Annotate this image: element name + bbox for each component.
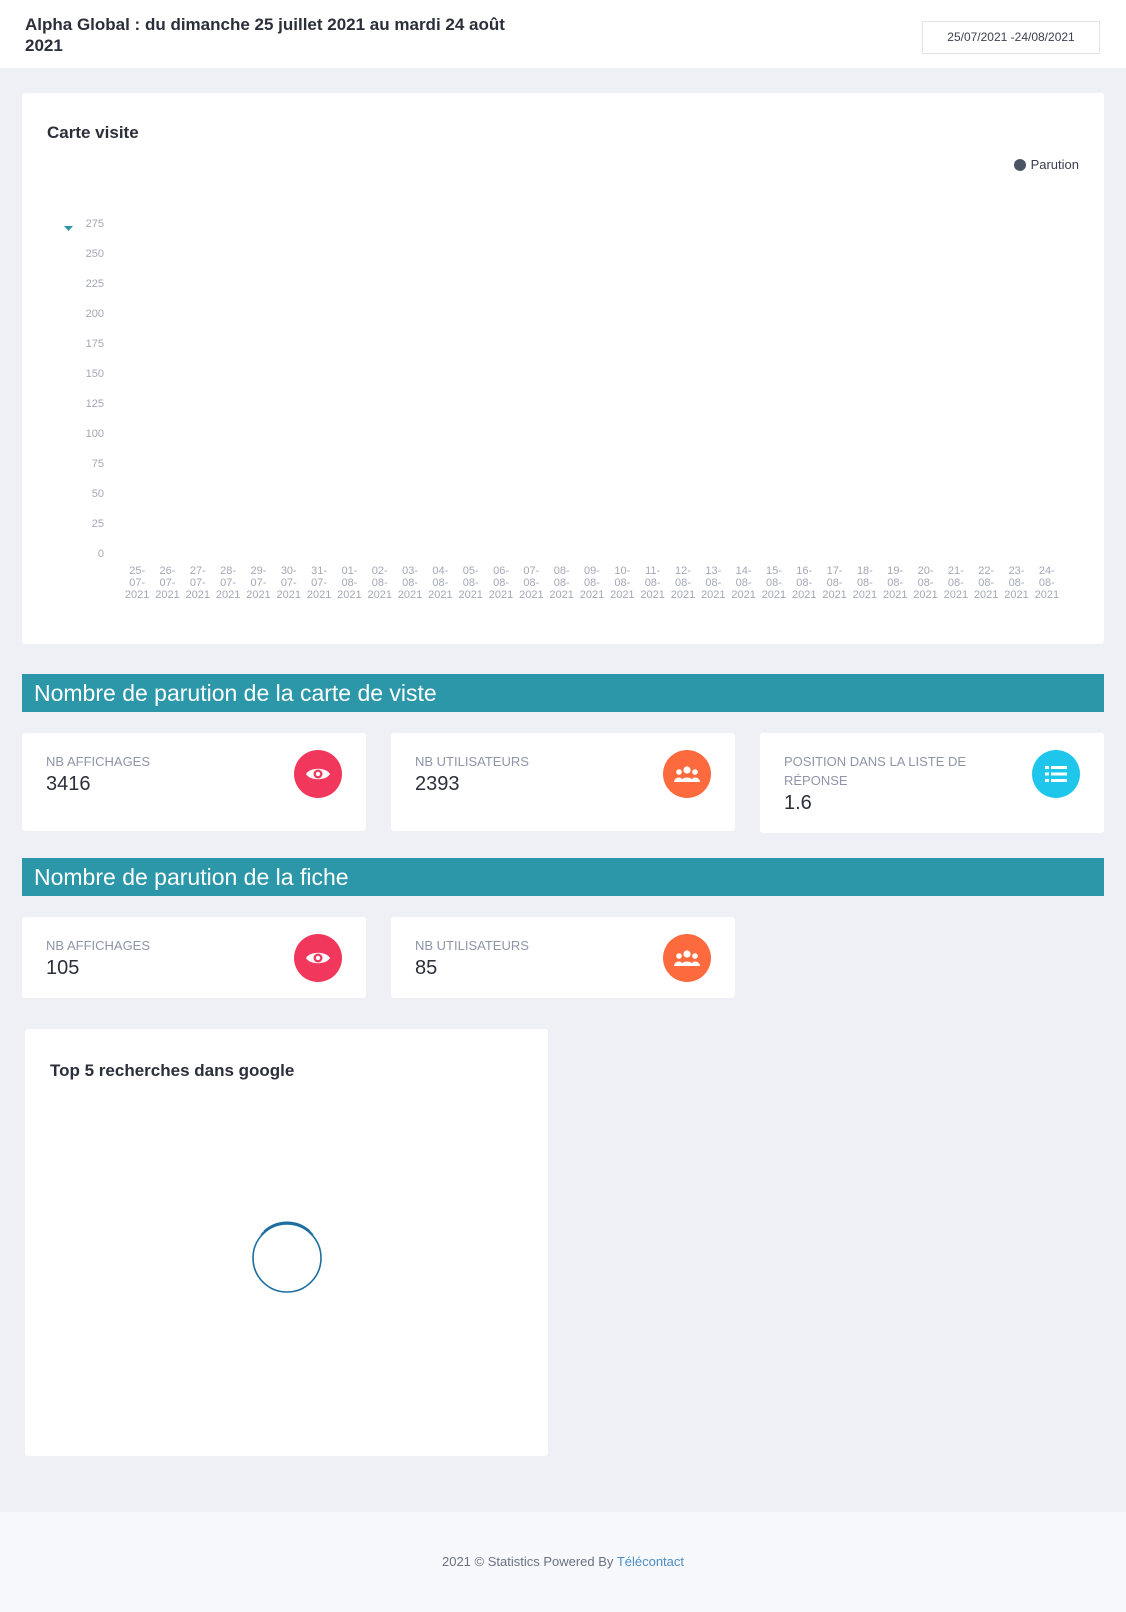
stat-card-card-users: NB UTILISATEURS 2393 (391, 733, 735, 831)
x-tick-label: 24-08-2021 (1035, 565, 1059, 601)
x-tick-label: 20-08-2021 (913, 565, 937, 601)
footer-text: 2021 © Statistics Powered By (441, 1554, 617, 1569)
x-tick-label: 23-08-2021 (1004, 565, 1028, 601)
eye-icon (294, 750, 342, 798)
stat-card-card-views: NB AFFICHAGES 3416 (22, 733, 366, 831)
y-tick-label: 175 (86, 338, 104, 350)
x-tick-label: 25-07-2021 (125, 565, 149, 601)
stat-card-card-position: POSITION DANS LA LISTE DE RÉPONSE 1.6 (760, 733, 1104, 833)
stat-label: POSITION DANS LA LISTE DE RÉPONSE (784, 754, 967, 788)
x-tick-label: 15-08-2021 (762, 565, 786, 601)
list-icon (1032, 750, 1080, 798)
top-bar: Alpha Global : du dimanche 25 juillet 20… (0, 0, 1126, 68)
y-tick-label: 200 (86, 308, 104, 320)
x-tick-label: 12-08-2021 (671, 565, 695, 601)
x-tick-label: 30-07-2021 (277, 565, 301, 601)
footer-link[interactable]: Télécontact (617, 1554, 684, 1569)
stat-label: NB AFFICHAGES (46, 754, 151, 769)
y-tick-label: 275 (86, 218, 104, 230)
visit-chart: 0 25 50 75 100 125 150 175 200 225 250 275 25-07-202… (64, 218, 1059, 601)
section-banner-carte: Nombre de parution de la carte de viste (22, 674, 1104, 712)
visit-card: Carte visite Parution 0 25 50 75 100 125 150 17… (22, 93, 1104, 644)
x-tick-label: 31-07-2021 (307, 565, 331, 601)
x-tick-label: 19-08-2021 (883, 565, 907, 601)
x-tick-label: 07-08-2021 (519, 565, 543, 601)
x-tick-label: 05-08-2021 (458, 565, 482, 601)
google-card-title: Top 5 recherches dans google (50, 1061, 295, 1080)
x-tick-label: 18-08-2021 (853, 565, 877, 601)
x-tick-label: 04-08-2021 (428, 565, 452, 601)
x-tick-label: 03-08-2021 (398, 565, 422, 601)
stat-card-fiche-users: NB UTILISATEURS 85 (391, 917, 735, 998)
stat-label: NB AFFICHAGES (46, 938, 151, 953)
date-range-picker[interactable]: 25/07/2021 -24/08/2021 (922, 21, 1100, 54)
loading-spinner-icon (252, 1221, 322, 1293)
x-tick-label: 27-07-2021 (186, 565, 210, 601)
x-tick-label: 10-08-2021 (610, 565, 634, 601)
page-title: Alpha Global : du dimanche 25 juillet 20… (25, 15, 505, 55)
stat-value: 105 (46, 957, 80, 979)
section-banner-fiche: Nombre de parution de la fiche (22, 858, 1104, 896)
x-tick-label: 14-08-2021 (731, 565, 755, 601)
x-tick-label: 28-07-2021 (216, 565, 240, 601)
stat-value: 1.6 (784, 792, 812, 814)
x-tick-label: 13-08-2021 (701, 565, 725, 601)
stat-label: NB UTILISATEURS (415, 938, 529, 953)
x-tick-label: 06-08-2021 (489, 565, 513, 601)
axis-collapse-icon[interactable] (64, 226, 73, 231)
y-tick-label: 0 (98, 548, 104, 560)
x-tick-label: 29-07-2021 (246, 565, 270, 601)
stat-value: 3416 (46, 773, 91, 795)
footer: 2021 © Statistics Powered By Télécontact (0, 1512, 1126, 1612)
stat-value: 85 (415, 957, 438, 979)
y-tick-label: 250 (86, 248, 104, 260)
x-tick-label: 21-08-2021 (944, 565, 968, 601)
x-tick-label: 17-08-2021 (822, 565, 846, 601)
x-tick-label: 01-08-2021 (337, 565, 361, 601)
y-tick-label: 25 (92, 518, 104, 530)
x-tick-label: 26-07-2021 (155, 565, 179, 601)
x-tick-label: 02-08-2021 (367, 565, 391, 601)
x-tick-label: 08-08-2021 (549, 565, 573, 601)
y-tick-label: 50 (92, 488, 104, 500)
x-tick-label: 22-08-2021 (974, 565, 998, 601)
x-tick-label: 11-08-2021 (640, 565, 664, 601)
eye-icon (294, 934, 342, 982)
y-tick-label: 150 (86, 368, 104, 380)
y-tick-label: 225 (86, 278, 104, 290)
y-tick-label: 75 (92, 458, 104, 470)
google-searches-card: Top 5 recherches dans google (25, 1029, 548, 1456)
users-icon (663, 934, 711, 982)
stat-card-fiche-views: NB AFFICHAGES 105 (22, 917, 366, 998)
stat-value: 2393 (415, 773, 460, 795)
stat-label: NB UTILISATEURS (415, 754, 529, 769)
x-tick-label: 16-08-2021 (792, 565, 816, 601)
y-tick-label: 100 (86, 428, 104, 440)
users-icon (663, 750, 711, 798)
x-tick-label: 09-08-2021 (580, 565, 604, 601)
y-tick-label: 125 (86, 398, 104, 410)
